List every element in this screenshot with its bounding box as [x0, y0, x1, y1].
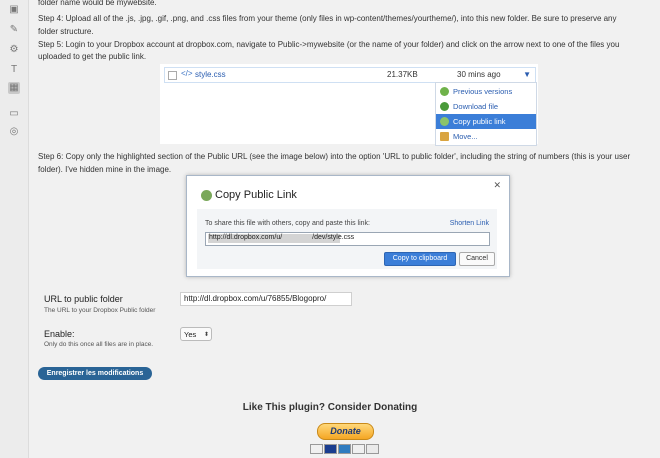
copy-to-clipboard-button: Copy to clipboard: [384, 252, 456, 266]
dropbox-link-icon: [201, 190, 212, 201]
file-size: 21.37KB: [387, 70, 418, 79]
url-part1: http://dl.dropbox.com/u/: [209, 234, 283, 241]
admin-sidebar: ▣ ✎ ⚙ T ▦ ▭ ◎: [0, 0, 29, 458]
discover-icon: [352, 444, 365, 454]
step5-line2: uploaded to get the public link.: [38, 52, 147, 61]
url-field-label: URL to public folder: [44, 294, 123, 304]
payment-cards: [310, 444, 382, 454]
calendar-icon[interactable]: ▦: [8, 82, 20, 94]
file-checkbox: [168, 71, 177, 80]
menu-item-label: Previous versions: [453, 87, 513, 96]
link-icon: [440, 117, 449, 126]
menu-item-previous-versions: Previous versions: [436, 84, 536, 99]
file-row: </> style.css 21.37KB 30 mins ago ▼: [164, 67, 536, 83]
file-name: style.css: [195, 70, 226, 79]
enable-select[interactable]: Yes ⬍: [180, 327, 212, 341]
brush-icon[interactable]: ✎: [8, 24, 20, 36]
enable-description: Only do this once all files are in place…: [44, 341, 154, 348]
select-arrow-icon: ⬍: [203, 332, 209, 338]
menu-item-label: Copy public link: [453, 117, 506, 126]
dropdown-arrow-icon: ▼: [523, 70, 531, 79]
settings-icon[interactable]: ◎: [8, 126, 20, 138]
amex-icon: [338, 444, 351, 454]
step6-line2: folder). I've hidden mine in the image.: [38, 165, 172, 174]
menu-item-download-file: Download file: [436, 99, 536, 114]
step6-line1: Step 6: Copy only the highlighted sectio…: [38, 152, 631, 161]
code-file-icon: </>: [181, 69, 193, 78]
enable-selected-value: Yes: [184, 330, 197, 339]
menu-item-move: Move...: [436, 129, 536, 144]
step4-line1: Step 4: Upload all of the .js, .jpg, .gi…: [38, 14, 617, 23]
enable-label: Enable:: [44, 329, 75, 339]
step4-line2: folder structure.: [38, 27, 94, 36]
plugin-icon[interactable]: ▭: [8, 108, 20, 120]
text-icon[interactable]: T: [8, 64, 20, 76]
share-instructions: To share this file with others, copy and…: [205, 220, 370, 227]
url-to-public-folder-input[interactable]: [180, 292, 352, 306]
url-part2: /dev/style.css: [312, 234, 355, 241]
media-icon[interactable]: ▣: [8, 4, 20, 16]
dropbox-file-screenshot: </> style.css 21.37KB 30 mins ago ▼ Prev…: [160, 64, 538, 146]
menu-item-label: Download file: [453, 102, 499, 111]
dialog-body: To share this file with others, copy and…: [197, 209, 497, 269]
dialog-title: Copy Public Link: [215, 189, 297, 201]
instruction-line: folder name would be mywebsite.: [38, 0, 157, 7]
wrench-icon[interactable]: ⚙: [8, 44, 20, 56]
donate-button[interactable]: Donate: [317, 423, 374, 440]
file-context-menu: Previous versions Download file Copy pub…: [435, 82, 537, 146]
close-icon: ✕: [493, 180, 501, 190]
copy-public-link-screenshot: Copy Public Link ✕ To share this file wi…: [186, 175, 510, 277]
visa-icon: [324, 444, 337, 454]
menu-item-label: Move...: [453, 132, 478, 141]
bank-icon: [366, 444, 379, 454]
history-icon: [440, 87, 449, 96]
step5-line1: Step 5: Login to your Dropbox account at…: [38, 40, 620, 49]
menu-item-copy-public-link: Copy public link: [436, 114, 536, 129]
folder-icon: [440, 132, 449, 141]
donate-heading: Like This plugin? Consider Donating: [242, 402, 418, 413]
file-date: 30 mins ago: [457, 70, 501, 79]
cancel-button: Cancel: [459, 252, 495, 266]
mastercard-icon: [310, 444, 323, 454]
shorten-link: Shorten Link: [449, 220, 489, 227]
download-icon: [440, 102, 449, 111]
url-field-description: The URL to your Dropbox Public folder: [44, 307, 156, 314]
public-url-field: http://dl.dropbox.com/u/ /dev/style.css: [205, 232, 490, 246]
save-changes-button[interactable]: Enregistrer les modifications: [38, 367, 152, 380]
public-url-text: http://dl.dropbox.com/u/ /dev/style.css: [209, 234, 354, 241]
